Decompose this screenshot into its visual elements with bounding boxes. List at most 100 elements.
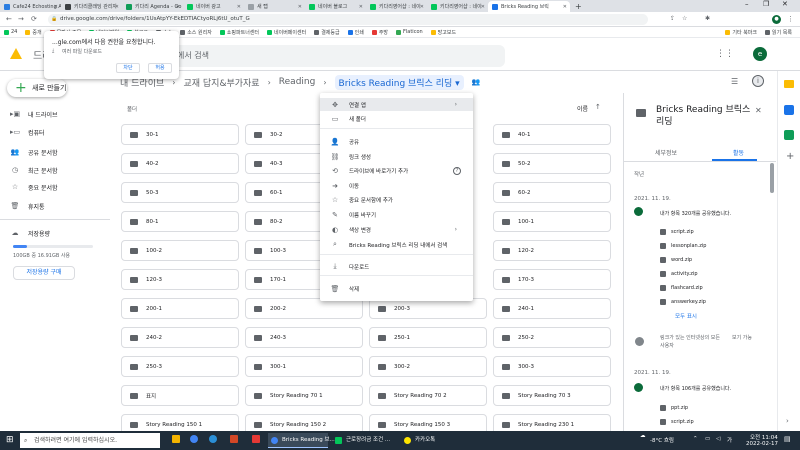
context-menu-item[interactable]: ⟲ 드라이브에 바로가기 추가? (320, 164, 473, 177)
folder-item[interactable]: 80-1 (121, 211, 239, 232)
bookmark-item[interactable]: 기타 북마크 (725, 29, 757, 36)
help-icon[interactable]: ? (453, 166, 461, 175)
activity-file[interactable]: script.zip (660, 419, 694, 425)
bookmark-item[interactable]: 쇼핑파트너센터 (219, 29, 259, 36)
browser-tab[interactable]: Bricks Reading 브릭 ✕ (488, 1, 570, 12)
browser-tab[interactable]: 키다리클래딩 관리자 ✕ (61, 1, 122, 12)
taskbar-app-kakaotalk[interactable]: 카카오톡 (401, 433, 445, 448)
browser-tab[interactable]: 네이버 광고 ✕ (183, 1, 244, 12)
new-tab-icon[interactable]: + (575, 2, 582, 11)
drive-search-input[interactable]: 에서 검색 (165, 45, 505, 67)
bookmark-item[interactable]: 망고보드 (430, 29, 456, 36)
extensions-icon[interactable]: ✱ (705, 15, 710, 22)
breadcrumb-item[interactable]: Reading (279, 77, 316, 87)
nav-storage[interactable]: ☁ 저장용량 (10, 228, 51, 238)
folder-item[interactable]: Story Reading 70 3 (493, 385, 611, 406)
clock-time[interactable]: 오전 11:04 (750, 433, 778, 441)
folder-item[interactable]: 250-1 (369, 327, 487, 348)
context-menu-item[interactable]: ⌕ Bricks Reading 브릭스 리딩 내에서 검색 (320, 238, 473, 251)
forward-icon[interactable]: → (18, 15, 24, 23)
nav-trash[interactable]: 🗑 휴지통 (10, 201, 45, 211)
new-button[interactable]: + 새로 만들기 (7, 79, 67, 97)
context-menu-item[interactable]: ⛓ 링크 생성 (320, 150, 473, 163)
tab-close-icon[interactable]: ✕ (359, 4, 363, 10)
folder-item[interactable]: 40-2 (121, 153, 239, 174)
ime-icon[interactable]: 가 (727, 436, 732, 444)
nav-shared[interactable]: 👥 공유 문서함 (10, 147, 58, 157)
info-icon[interactable]: i (752, 75, 764, 87)
close-window-icon[interactable]: ✕ (782, 0, 788, 8)
folder-item[interactable]: Story Reading 70 2 (369, 385, 487, 406)
folder-item[interactable]: 200-1 (121, 298, 239, 319)
tab-close-icon[interactable]: ✕ (115, 4, 119, 10)
profile-avatar[interactable]: ● (772, 15, 781, 24)
drive-logo-icon[interactable] (10, 48, 22, 59)
minimize-icon[interactable]: – (745, 0, 749, 8)
notification-icon[interactable]: ▤ (784, 435, 791, 443)
show-all-link[interactable]: 모두 표시 (675, 312, 697, 320)
activity-file[interactable]: lessonplan.zip (660, 243, 706, 249)
folder-item[interactable]: 120-3 (121, 269, 239, 290)
explorer-icon[interactable] (172, 435, 180, 443)
tab-details[interactable]: 세부정보 (655, 148, 677, 157)
folder-item[interactable]: Story Reading 150 2 (245, 414, 363, 431)
context-menu-item[interactable]: 👤 공유 (320, 135, 473, 148)
weather-text[interactable]: -8°C 흐림 (650, 436, 674, 444)
back-icon[interactable]: ← (6, 15, 12, 23)
activity-file[interactable]: activity.zip (660, 271, 698, 277)
nav-my-drive[interactable]: ▸▣ 내 드라이브 (10, 109, 58, 119)
bookmark-item[interactable]: 주방 (371, 29, 388, 36)
folder-item[interactable]: 240-3 (245, 327, 363, 348)
folder-item[interactable]: 240-2 (121, 327, 239, 348)
folder-item[interactable]: Story Reading 70 1 (245, 385, 363, 406)
bookmark-item[interactable]: 읽기 목록 (765, 29, 792, 36)
folder-item[interactable]: 170-3 (493, 269, 611, 290)
folder-item[interactable]: Story Reading 150 1 (121, 414, 239, 431)
folder-item[interactable]: Story Reading 230 1 (493, 414, 611, 431)
bookmark-item[interactable]: 중개 (25, 29, 42, 36)
tasks-icon[interactable] (784, 105, 794, 115)
powerpoint-icon[interactable] (230, 435, 238, 443)
breadcrumb-current[interactable]: Bricks Reading 브릭스 리딩 ▾ (334, 74, 464, 90)
folder-item[interactable]: 60-2 (493, 182, 611, 203)
context-menu-item[interactable]: ✎ 이름 바꾸기 (320, 208, 473, 221)
clock-date[interactable]: 2022-02-17 (746, 441, 778, 447)
buy-storage-button[interactable]: 저장용량 구매 (13, 266, 75, 280)
windows-start-icon[interactable]: ⊞ (6, 435, 14, 445)
folder-item[interactable]: 250-2 (493, 327, 611, 348)
tray-chevron-icon[interactable]: ⌃ (693, 436, 698, 442)
browser-tab[interactable]: 네이버 블로그 ✕ (305, 1, 366, 12)
context-menu-item[interactable]: ➜ 이동 (320, 179, 473, 192)
bookmark-item[interactable]: 인쇄 (347, 29, 364, 36)
bookmark-item[interactable]: Flaticon (396, 29, 423, 35)
context-menu-item[interactable]: 🗑 삭제 (320, 282, 473, 295)
tab-close-icon[interactable]: ✕ (481, 4, 485, 10)
sort-arrow-icon[interactable]: ↑ (595, 103, 601, 111)
taskbar-app-browser[interactable]: 근로장려금 조건 ... (332, 433, 396, 448)
folder-item[interactable]: 300-2 (369, 356, 487, 377)
maximize-icon[interactable]: ❐ (763, 0, 769, 8)
scrollbar-thumb[interactable] (770, 163, 774, 193)
browser-tab[interactable]: Cafe24 Echosting Ad ✕ (0, 1, 61, 12)
account-avatar[interactable]: e (753, 47, 767, 61)
allow-button[interactable]: 허용 (148, 63, 172, 73)
tab-close-icon[interactable]: ✕ (298, 4, 302, 10)
taskbar-search-input[interactable]: ⌕ 검색하려면 여기에 입력하십시오. (20, 433, 160, 448)
context-menu-item[interactable]: ▭ 새 폴더 (320, 112, 473, 125)
chrome-icon[interactable] (190, 435, 198, 443)
bookmark-item[interactable]: 24 (4, 29, 17, 35)
expand-icon[interactable]: › (786, 417, 789, 425)
folder-item[interactable]: 표지 (121, 385, 239, 406)
breadcrumb-item[interactable]: 교재 답지&부가자료 (183, 76, 259, 89)
folder-item[interactable]: 240-1 (493, 298, 611, 319)
tab-close-icon[interactable]: ✕ (237, 4, 241, 10)
folder-item[interactable]: 200-3 (369, 298, 487, 319)
tab-close-icon[interactable]: ✕ (420, 4, 424, 10)
nav-recent[interactable]: ◷ 최근 문서함 (10, 165, 58, 175)
close-icon[interactable]: ✕ (755, 106, 762, 115)
calendar-icon[interactable] (784, 130, 794, 140)
folder-item[interactable]: 120-2 (493, 240, 611, 261)
browser-tab[interactable]: 키다리영어샵 : 네이 ✕ (427, 1, 488, 12)
folder-item[interactable]: 100-2 (121, 240, 239, 261)
nav-starred[interactable]: ☆ 중요 문서함 (10, 182, 58, 192)
